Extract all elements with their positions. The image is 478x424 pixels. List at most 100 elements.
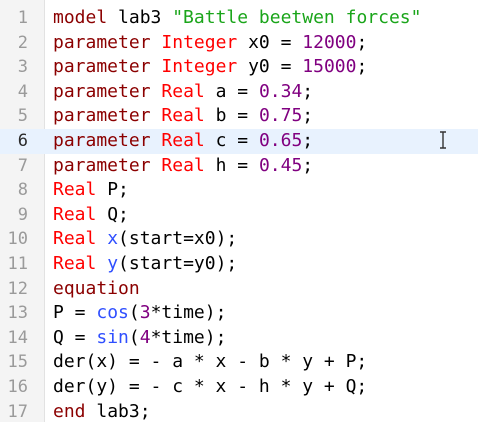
code-editor[interactable]: 1model lab3 "Battle beetwen forces"2para… xyxy=(0,0,478,422)
code-token: Q = xyxy=(53,327,96,348)
code-token: ; xyxy=(302,155,313,176)
code-token xyxy=(151,130,162,151)
code-token xyxy=(151,155,162,176)
code-token: equation xyxy=(53,278,140,299)
code-token: Integer xyxy=(161,56,237,77)
code-token: 0.75 xyxy=(259,105,302,126)
code-text: parameter Integer y0 = 15000; xyxy=(53,55,367,80)
code-token xyxy=(151,32,162,53)
code-token xyxy=(151,56,162,77)
code-token: sin xyxy=(96,327,129,348)
line-number: 10 xyxy=(0,227,28,252)
line-number: 7 xyxy=(0,154,28,179)
code-token: *time); xyxy=(151,302,227,323)
line-number: 12 xyxy=(0,277,28,302)
code-token: Q; xyxy=(96,204,129,225)
code-line[interactable]: 15 der(x) = - a * x - b * y + P; xyxy=(0,350,478,375)
code-token: model xyxy=(53,7,107,28)
code-token: ; xyxy=(302,130,313,151)
code-line[interactable]: 7parameter Real h = 0.45; xyxy=(0,154,478,179)
code-token: x0 = xyxy=(237,32,302,53)
code-text: equation xyxy=(53,277,140,302)
code-text: parameter Real a = 0.34; xyxy=(53,80,313,105)
code-token: parameter xyxy=(53,56,151,77)
line-number: 6 xyxy=(0,129,28,154)
code-token: c = xyxy=(205,130,259,151)
code-token: ; xyxy=(302,81,313,102)
code-token: *time); xyxy=(151,327,227,348)
code-token: b = xyxy=(205,105,259,126)
code-line[interactable]: 9 Real Q; xyxy=(0,203,478,228)
code-token: lab3 xyxy=(107,7,172,28)
code-token: 0.34 xyxy=(259,81,302,102)
code-token: parameter xyxy=(53,155,151,176)
code-token: h = xyxy=(205,155,259,176)
code-token: ; xyxy=(302,105,313,126)
code-token: (start=y0); xyxy=(118,253,237,274)
code-token: Real xyxy=(53,253,96,274)
code-lines[interactable]: 1model lab3 "Battle beetwen forces"2para… xyxy=(0,6,478,424)
code-line[interactable]: 14 Q = sin(4*time); xyxy=(0,326,478,351)
code-line[interactable]: 12 equation xyxy=(0,277,478,302)
line-number: 8 xyxy=(0,178,28,203)
line-number: 1 xyxy=(0,6,28,31)
code-token xyxy=(96,253,107,274)
code-token: end xyxy=(53,401,86,422)
code-text: parameter Real c = 0.65; xyxy=(53,129,313,154)
code-line[interactable]: 17end lab3; xyxy=(0,400,478,424)
line-number: 2 xyxy=(0,31,28,56)
code-token: (start=x0); xyxy=(118,228,237,249)
code-token: ; xyxy=(356,56,367,77)
code-token: der(y) = - c * x - h * y + Q; xyxy=(53,376,367,397)
code-text: der(x) = - a * x - b * y + P; xyxy=(53,350,367,375)
code-token: 0.45 xyxy=(259,155,302,176)
code-token xyxy=(151,105,162,126)
code-text: P = cos(3*time); xyxy=(53,301,226,326)
line-number: 15 xyxy=(0,350,28,375)
code-line[interactable]: 16 der(y) = - c * x - h * y + Q; xyxy=(0,375,478,400)
code-token: 3 xyxy=(140,302,151,323)
code-text: Real Q; xyxy=(53,203,129,228)
line-number: 16 xyxy=(0,375,28,400)
code-token: y0 = xyxy=(237,56,302,77)
text-cursor-icon xyxy=(438,131,448,149)
code-token: Real xyxy=(161,105,204,126)
code-token: x xyxy=(107,228,118,249)
code-text: Q = sin(4*time); xyxy=(53,326,226,351)
code-token: Real xyxy=(161,130,204,151)
code-line[interactable]: 1 model lab3 "Battle beetwen forces" xyxy=(0,6,478,31)
code-line[interactable]: 11 Real y(start=y0); xyxy=(0,252,478,277)
code-text: der(y) = - c * x - h * y + Q; xyxy=(53,375,367,400)
line-number: 13 xyxy=(0,301,28,326)
code-token: ( xyxy=(129,302,140,323)
code-token: der(x) = - a * x - b * y + P; xyxy=(53,351,367,372)
line-number: 11 xyxy=(0,252,28,277)
code-text: model lab3 "Battle beetwen forces" xyxy=(53,6,421,31)
code-token: ( xyxy=(129,327,140,348)
code-line[interactable]: 2parameter Integer x0 = 12000; xyxy=(0,31,478,56)
code-token: y xyxy=(107,253,118,274)
code-token: "Battle beetwen forces" xyxy=(172,7,421,28)
code-line[interactable]: 8 Real P; xyxy=(0,178,478,203)
code-text: Real P; xyxy=(53,178,129,203)
code-token: parameter xyxy=(53,81,151,102)
code-line[interactable]: 13 P = cos(3*time); xyxy=(0,301,478,326)
code-token: cos xyxy=(96,302,129,323)
line-number: 3 xyxy=(0,55,28,80)
code-line[interactable]: 3 parameter Integer y0 = 15000; xyxy=(0,55,478,80)
code-token: Real xyxy=(53,228,96,249)
code-token: P = xyxy=(53,302,96,323)
line-number: 9 xyxy=(0,203,28,228)
code-token: Real xyxy=(161,81,204,102)
code-line[interactable]: 10 Real x(start=x0); xyxy=(0,227,478,252)
code-token xyxy=(96,228,107,249)
code-text: Real x(start=x0); xyxy=(53,227,237,252)
code-token: 4 xyxy=(140,327,151,348)
code-text: parameter Real b = 0.75; xyxy=(53,104,313,129)
code-line[interactable]: 6 parameter Real c = 0.65; xyxy=(0,129,478,154)
code-line[interactable]: 5parameter Real b = 0.75; xyxy=(0,104,478,129)
code-line[interactable]: 4parameter Real a = 0.34; xyxy=(0,80,478,105)
line-number: 14 xyxy=(0,326,28,351)
code-token xyxy=(151,81,162,102)
code-token: Real xyxy=(53,204,96,225)
